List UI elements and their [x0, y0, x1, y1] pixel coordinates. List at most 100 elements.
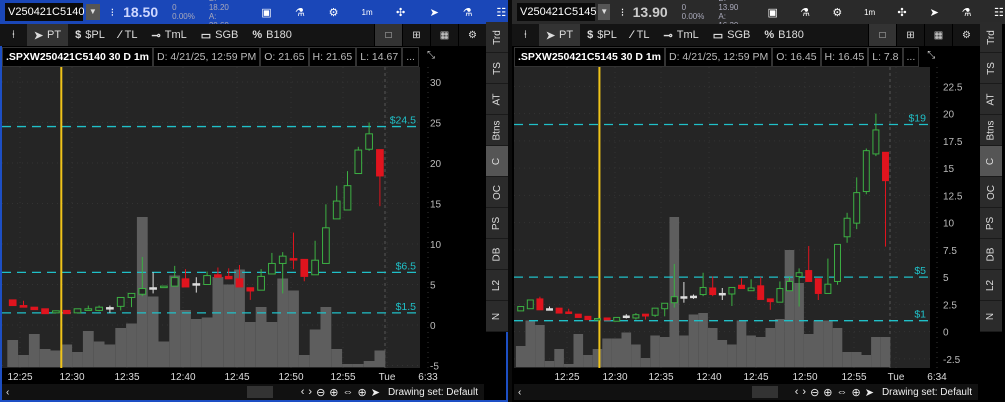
candle-body	[546, 308, 553, 311]
side-tab-trd[interactable]: Trd	[486, 22, 508, 53]
x-tick-label: 12:50	[792, 372, 817, 383]
drawing-set-label[interactable]: Drawing set: Default	[388, 387, 478, 398]
side-tab-ts[interactable]: TS	[486, 53, 508, 84]
side-tab-db[interactable]: DB	[980, 239, 1002, 270]
volume-bar	[611, 338, 622, 367]
x-tick-label: Tue	[379, 372, 396, 383]
candle	[62, 309, 71, 315]
volume-bar	[266, 322, 278, 367]
cursor-icon[interactable]: ➤	[371, 386, 380, 399]
side-tab-c[interactable]: C	[486, 146, 508, 177]
volume-bar	[28, 334, 40, 367]
candle-body	[62, 309, 71, 315]
fit-width-icon[interactable]: ⇔	[837, 386, 848, 398]
y-tick-label: -2.5	[943, 355, 961, 366]
side-tab-ps[interactable]: PS	[486, 208, 508, 239]
zoom-in-icon[interactable]: ⊕	[329, 386, 338, 399]
side-tab-at[interactable]: AT	[980, 84, 1002, 115]
y-tick-label: 22.5	[943, 82, 963, 93]
side-tab-ts[interactable]: TS	[980, 53, 1002, 84]
side-tab-label: PS	[985, 216, 997, 230]
side-tab-n[interactable]: N	[980, 301, 1002, 332]
candle-body	[680, 296, 688, 299]
price-level-label: $19	[908, 113, 926, 125]
candle	[8, 299, 17, 307]
volume-bar	[39, 349, 51, 367]
candle-body	[699, 286, 707, 296]
volume-bar	[650, 335, 660, 367]
candle-body	[555, 307, 563, 314]
crosshair-icon[interactable]: ⊕	[358, 386, 367, 399]
side-tab-n[interactable]: N	[486, 301, 508, 332]
candle-body	[214, 274, 222, 278]
candle-body	[853, 192, 861, 224]
candle-body	[834, 243, 841, 282]
candle-body	[278, 255, 287, 264]
x-tick-label: 12:50	[278, 372, 303, 383]
side-tab-at[interactable]: AT	[486, 84, 508, 115]
candle-body	[862, 150, 870, 193]
x-tick-label: 12:45	[224, 372, 249, 383]
y-tick-label: 0	[430, 321, 436, 332]
side-tab-l2[interactable]: L2	[980, 270, 1002, 301]
side-tab-btns[interactable]: Btns	[980, 115, 1002, 146]
y-tick-label: 10	[430, 240, 442, 251]
fit-width-icon[interactable]: ⇔	[343, 386, 354, 398]
volume-bar	[309, 329, 321, 367]
scroll-prev-icon[interactable]: ‹	[301, 386, 305, 398]
candle-body	[181, 278, 190, 288]
x-tick-label: 12:40	[170, 372, 195, 383]
x-tick-label: 12:40	[696, 372, 721, 383]
price-chart[interactable]: 30 25 20 15 10 5 0 -5 12:25 12:30 12:35 12:40 12:45 1…	[0, 0, 486, 384]
scroll-thumb[interactable]	[752, 386, 778, 398]
price-level-label: $6.5	[396, 260, 417, 272]
side-tab-l2[interactable]: L2	[486, 270, 508, 301]
side-tab-db[interactable]: DB	[486, 239, 508, 270]
candle-body	[718, 292, 726, 296]
candle	[354, 146, 363, 175]
chart-style-icon[interactable]: ☷	[495, 6, 509, 19]
y-tick-label: 0	[943, 328, 949, 339]
side-tab-trd[interactable]: Trd	[980, 22, 1002, 53]
cursor-icon[interactable]: ➤	[865, 386, 874, 399]
drawing-set-label[interactable]: Drawing set: Default	[882, 387, 972, 398]
candle	[526, 299, 534, 310]
zoom-out-icon[interactable]: ⊖	[316, 386, 325, 399]
zoom-in-icon[interactable]: ⊕	[823, 386, 832, 399]
price-chart[interactable]: 22.5 20 17.5 15 12.5 10 7.5 5 2.5 0 -2.5 12:25 12:30…	[512, 0, 980, 384]
candle-body	[738, 284, 745, 290]
volume-bar	[212, 277, 224, 367]
candle-body	[824, 283, 832, 294]
side-tab-label: Trd	[985, 29, 997, 45]
volume-bar	[223, 284, 235, 367]
scroll-thumb[interactable]	[247, 386, 273, 398]
scroll-next-icon[interactable]: ›	[802, 386, 806, 398]
candle	[52, 310, 60, 314]
scroll-prev-icon[interactable]: ‹	[795, 386, 799, 398]
side-tab-btns[interactable]: Btns	[486, 115, 508, 146]
candle-body	[814, 278, 822, 294]
candle-body	[613, 316, 621, 322]
crosshair-icon[interactable]: ⊕	[852, 386, 861, 399]
candle-body	[670, 296, 678, 304]
candle-body	[526, 299, 534, 310]
candle-body	[517, 306, 525, 312]
volume-bar	[190, 319, 202, 367]
zoom-out-icon[interactable]: ⊖	[810, 386, 819, 399]
candle-body	[594, 318, 601, 321]
side-tab-label: DB	[985, 247, 997, 261]
volume-bar	[688, 314, 699, 367]
volume-bar	[72, 352, 83, 367]
candle-body	[116, 296, 125, 307]
x-tick-label: 6:34	[927, 372, 947, 383]
scroll-next-icon[interactable]: ›	[308, 386, 312, 398]
chart-style-icon[interactable]: ☷	[993, 6, 1005, 19]
side-tab-c[interactable]: C	[980, 146, 1002, 177]
volume-bar	[717, 340, 728, 367]
volume-bar	[871, 337, 881, 367]
volume-bar	[861, 355, 872, 367]
candle-body	[289, 258, 298, 261]
side-tab-ps[interactable]: PS	[980, 208, 1002, 239]
side-tab-oc[interactable]: OC	[486, 177, 508, 208]
side-tab-oc[interactable]: OC	[980, 177, 1002, 208]
